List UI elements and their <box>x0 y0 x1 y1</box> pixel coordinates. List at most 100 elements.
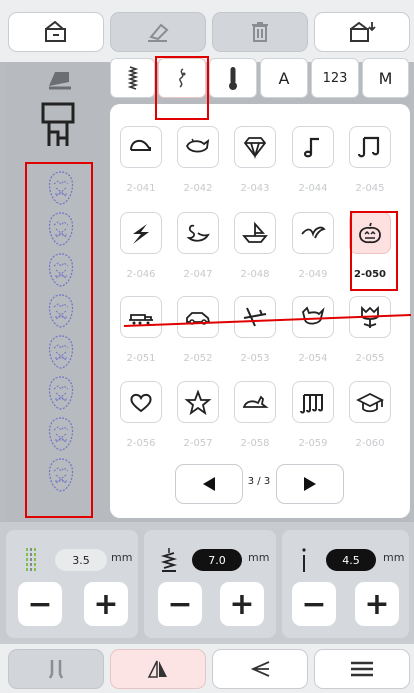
pattern-preview-tile <box>44 250 78 290</box>
stitch-code-label: 2-045 <box>355 183 385 194</box>
length-unit: mm <box>248 551 270 564</box>
plus-icon: + <box>93 586 119 622</box>
stitch-button-2-048[interactable] <box>234 212 276 254</box>
stitch-code-label: 2-050 <box>354 269 386 280</box>
star-icon <box>184 389 212 415</box>
tab-utility-stitches[interactable] <box>110 58 155 98</box>
pattern-preview-strip <box>30 168 88 518</box>
pumpkin-icon <box>359 222 381 244</box>
pattern-preview-tile <box>44 209 78 249</box>
tab-quilt-stitches[interactable] <box>209 58 257 98</box>
stitch-button-2-047[interactable] <box>177 212 219 254</box>
stitch-button-2-050[interactable] <box>349 212 391 254</box>
cat-icon <box>302 306 325 325</box>
minus-icon: − <box>27 586 53 622</box>
reverse-button[interactable] <box>212 649 308 689</box>
eraser-button[interactable] <box>110 12 206 52</box>
length-icon <box>160 548 178 572</box>
prev-page-button[interactable] <box>175 464 243 504</box>
tension-increase-button[interactable]: + <box>355 582 399 626</box>
stitch-button-2-053[interactable] <box>234 296 276 338</box>
width-icon <box>26 548 36 572</box>
tension-decrease-button[interactable]: − <box>292 582 336 626</box>
minus-icon: − <box>301 586 327 622</box>
stitch-code-label: 2-060 <box>355 438 385 449</box>
twin-needle-icon <box>48 660 64 679</box>
triangle-right-icon <box>304 477 316 491</box>
stitch-button-2-055[interactable] <box>349 296 391 338</box>
import-icon <box>350 21 376 42</box>
stitch-button-2-049[interactable] <box>292 212 334 254</box>
tab-decorative-stitches[interactable] <box>158 58 206 98</box>
tab-memory[interactable]: M <box>362 58 409 98</box>
length-value: 7.0 <box>192 549 242 571</box>
zigzag-stitch-icon <box>127 66 138 90</box>
duck-icon <box>130 139 151 151</box>
twin-needle-button[interactable] <box>8 649 104 689</box>
tension-value: 4.5 <box>326 549 376 571</box>
length-increase-button[interactable]: + <box>220 582 264 626</box>
lightning-icon <box>133 224 149 244</box>
stitch-code-label: 2-056 <box>126 438 156 449</box>
trash-icon <box>252 22 268 42</box>
stitch-button-2-057[interactable] <box>177 381 219 423</box>
boat-icon <box>242 221 268 243</box>
page-indicator: 3 / 3 <box>247 476 271 487</box>
whale-icon <box>186 138 210 153</box>
length-decrease-button[interactable]: − <box>158 582 202 626</box>
stitch-button-2-043[interactable] <box>234 126 276 168</box>
train-icon <box>129 314 153 325</box>
top-toolbar <box>0 0 414 62</box>
stitch-button-2-051[interactable] <box>120 296 162 338</box>
bird-icon <box>301 226 326 239</box>
mirror-button[interactable] <box>110 649 206 689</box>
stitch-button-2-042[interactable] <box>177 126 219 168</box>
double-note-icon <box>357 136 380 158</box>
next-page-button[interactable] <box>276 464 344 504</box>
minus-icon: − <box>167 586 193 622</box>
stitch-button-2-045[interactable] <box>349 126 391 168</box>
width-decrease-button[interactable]: − <box>18 582 62 626</box>
menu-icon <box>351 661 373 677</box>
plus-icon: + <box>229 586 255 622</box>
stitch-code-label: 2-042 <box>183 183 213 194</box>
stitch-code-label: 2-047 <box>183 269 213 280</box>
width-unit: mm <box>111 551 133 564</box>
stitch-code-label: 2-058 <box>240 438 270 449</box>
tab-alphabet[interactable]: A <box>260 58 308 98</box>
import-button[interactable] <box>314 12 410 52</box>
width-value: 3.5 <box>55 549 107 571</box>
tab-memory-label: M <box>378 68 393 88</box>
tab-numbers[interactable]: 123 <box>311 58 359 98</box>
stitch-button-2-059[interactable] <box>292 381 334 423</box>
pattern-preview-tile <box>44 414 78 454</box>
tension-unit: mm <box>383 551 405 564</box>
width-increase-button[interactable]: + <box>84 582 128 626</box>
stitch-button-2-056[interactable] <box>120 381 162 423</box>
menu-button[interactable] <box>314 649 410 689</box>
music-bars-icon <box>300 394 323 414</box>
tension-icon <box>302 548 306 572</box>
stitch-code-label: 2-044 <box>298 183 328 194</box>
stitch-button-2-052[interactable] <box>177 296 219 338</box>
stitch-code-label: 2-052 <box>183 353 213 364</box>
tab-numbers-label: 123 <box>322 70 348 86</box>
tab-alphabet-label: A <box>278 68 290 88</box>
stitch-button-2-054[interactable] <box>292 296 334 338</box>
stitch-button-2-046[interactable] <box>120 212 162 254</box>
pattern-preview-tile <box>44 455 78 495</box>
presser-foot-icon <box>49 72 71 90</box>
stitch-button-2-041[interactable] <box>120 126 162 168</box>
rabbit-icon <box>242 395 269 408</box>
stitch-button-2-044[interactable] <box>292 126 334 168</box>
delete-button[interactable] <box>212 12 308 52</box>
mirror-icon <box>147 660 167 678</box>
eraser-icon <box>148 23 169 42</box>
stitch-button-2-060[interactable] <box>349 381 391 423</box>
swan-icon <box>186 224 210 242</box>
home-button[interactable] <box>8 12 104 52</box>
tulip-icon <box>361 305 379 328</box>
stitch-button-2-058[interactable] <box>234 381 276 423</box>
home-icon <box>45 21 66 42</box>
triangle-left-icon <box>203 477 215 491</box>
